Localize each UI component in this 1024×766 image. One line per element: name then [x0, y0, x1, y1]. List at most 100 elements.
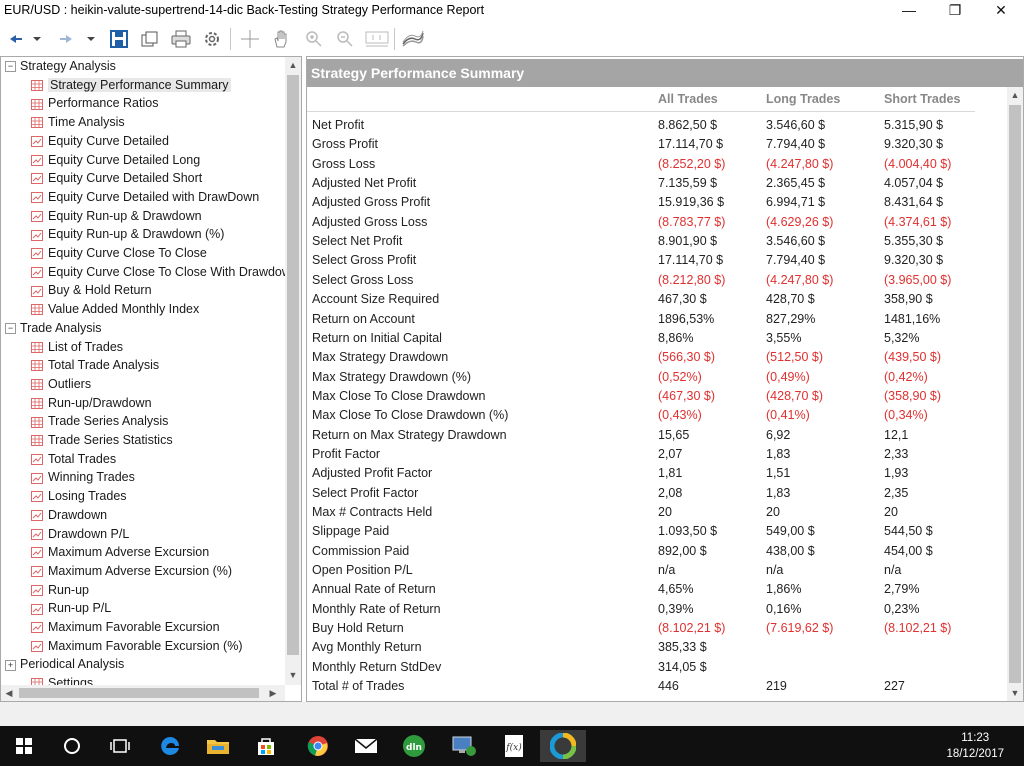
metric-row-monthly-rate-of-return: Monthly Rate of Return 0,39% 0,16% 0,23%	[312, 602, 1002, 621]
tree-item-settings[interactable]: Settings	[31, 674, 93, 685]
fx-app-button[interactable]: f(x)	[494, 730, 534, 762]
tree-group-trade-analysis[interactable]: − Trade Analysis	[5, 319, 102, 337]
scroll-right-arrow[interactable]: ▶	[265, 685, 281, 701]
value-short-trades: 20	[884, 505, 898, 519]
copy-button[interactable]	[139, 28, 161, 50]
scroll-thumb[interactable]	[19, 688, 259, 698]
chart-report-icon	[31, 491, 43, 503]
collapse-icon[interactable]: −	[5, 323, 16, 334]
metric-row-max-contracts-held: Max # Contracts Held 20 20 20	[312, 505, 1002, 524]
start-button[interactable]	[4, 730, 44, 762]
cortana-button[interactable]	[52, 730, 92, 762]
chart-report-icon	[31, 136, 43, 147]
forward-icon	[60, 35, 72, 43]
system-clock[interactable]: 11:23 18/12/2017	[946, 730, 1004, 762]
chart-report-icon	[31, 510, 43, 521]
tree-item-performance-ratios[interactable]: Performance Ratios	[31, 94, 158, 112]
tree-item-total-trades[interactable]: Total Trades	[31, 450, 116, 468]
network-app-button[interactable]	[444, 730, 484, 762]
tree-item-drawdown-p-l[interactable]: Drawdown P/L	[31, 525, 129, 543]
tree-item-winning-trades[interactable]: Winning Trades	[31, 468, 135, 486]
tree-item-equity-curve-close-to-close[interactable]: Equity Curve Close To Close	[31, 244, 207, 262]
tree-item-equity-curve-detailed-short[interactable]: Equity Curve Detailed Short	[31, 169, 202, 187]
file-explorer-button[interactable]	[198, 730, 238, 762]
hand-icon	[274, 30, 287, 48]
save-button[interactable]	[108, 28, 130, 50]
hand-button[interactable]	[270, 28, 292, 50]
tree-group-strategy-analysis[interactable]: − Strategy Analysis	[5, 57, 116, 75]
dln-app-button[interactable]: dln	[394, 730, 434, 762]
metric-label: Slippage Paid	[312, 524, 390, 539]
chrome-icon	[307, 736, 328, 756]
tree-item-trade-series-statistics[interactable]: Trade Series Statistics	[31, 431, 173, 449]
chart-style-button[interactable]	[400, 28, 426, 50]
tree-item-run-up[interactable]: Run-up	[31, 581, 89, 599]
tree-item-strategy-performance-summary[interactable]: Strategy Performance Summary	[31, 76, 231, 94]
crosshair-button[interactable]	[239, 28, 261, 50]
tree-item-losing-trades[interactable]: Losing Trades	[31, 487, 127, 505]
tree-horizontal-scrollbar[interactable]: ◀ ▶	[1, 685, 285, 701]
tree-item-total-trade-analysis[interactable]: Total Trade Analysis	[31, 356, 159, 374]
tree-item-buy-hold-return[interactable]: Buy & Hold Return	[31, 281, 152, 299]
tree-item-outliers[interactable]: Outliers	[31, 375, 91, 393]
tree-item-maximum-adverse-excursion[interactable]: Maximum Adverse Excursion	[31, 543, 209, 561]
trading-app-button[interactable]	[540, 730, 586, 762]
tree-item-label: Run-up P/L	[48, 601, 112, 616]
collapse-icon[interactable]: −	[5, 61, 16, 73]
expand-icon[interactable]: +	[5, 659, 16, 671]
value-long-trades: (512,50 $)	[766, 350, 823, 365]
tree-item-maximum-adverse-excursion[interactable]: Maximum Adverse Excursion (%)	[31, 562, 232, 580]
store-icon	[258, 738, 274, 755]
tree-item-equity-curve-detailed-long[interactable]: Equity Curve Detailed Long	[31, 151, 200, 169]
tree-item-list-of-trades[interactable]: List of Trades	[31, 338, 123, 356]
tree-item-run-up-drawdown[interactable]: Run-up/Drawdown	[31, 394, 152, 412]
tree-item-equity-curve-close-to-close-with-drawdown[interactable]: Equity Curve Close To Close With Drawdow…	[31, 263, 285, 281]
trading-app-icon	[550, 733, 576, 759]
scroll-left-arrow[interactable]: ◀	[1, 685, 17, 701]
back-button[interactable]	[6, 28, 28, 50]
zoom-out-button[interactable]	[334, 28, 356, 50]
tree-item-maximum-favorable-excursion[interactable]: Maximum Favorable Excursion (%)	[31, 637, 243, 655]
edge-button[interactable]	[150, 730, 190, 762]
scroll-down-arrow[interactable]: ▼	[285, 667, 301, 683]
tree-item-equity-run-up-drawdown[interactable]: Equity Run-up & Drawdown	[31, 207, 202, 225]
tree-item-equity-run-up-drawdown[interactable]: Equity Run-up & Drawdown (%)	[31, 225, 224, 243]
tree-item-maximum-favorable-excursion[interactable]: Maximum Favorable Excursion	[31, 618, 220, 636]
scroll-down-arrow[interactable]: ▼	[1007, 685, 1023, 701]
scroll-up-arrow[interactable]: ▲	[1007, 87, 1023, 103]
metric-row-max-strategy-drawdown: Max Strategy Drawdown (%) (0,52%) (0,49%) (…	[312, 370, 1002, 389]
store-button[interactable]	[246, 730, 286, 762]
scroll-up-arrow[interactable]: ▲	[285, 57, 301, 73]
scroll-thumb[interactable]	[1009, 105, 1021, 683]
value-all-trades: (8.212,80 $)	[658, 272, 726, 287]
print-button[interactable]	[170, 28, 192, 50]
tree-vertical-scrollbar[interactable]: ▲ ▼	[285, 57, 301, 685]
mail-button[interactable]	[346, 730, 386, 762]
forward-button[interactable]	[54, 28, 76, 50]
tree-item-trade-series-analysis[interactable]: Trade Series Analysis	[31, 412, 168, 430]
report-vertical-scrollbar[interactable]: ▲ ▼	[1007, 87, 1023, 701]
task-view-button[interactable]	[100, 730, 140, 762]
tree-item-time-analysis[interactable]: Time Analysis	[31, 113, 125, 131]
restore-button[interactable]: ❐	[932, 0, 978, 22]
tree-item-label: Maximum Favorable Excursion	[48, 620, 220, 634]
tree-item-value-added-monthly-index[interactable]: Value Added Monthly Index	[31, 300, 199, 318]
value-short-trades: (4.004,40 $)	[884, 156, 952, 171]
forward-dropdown[interactable]	[84, 28, 98, 50]
back-dropdown[interactable]	[30, 28, 44, 50]
tree-group-periodical-analysis[interactable]: + Periodical Analysis	[5, 655, 124, 673]
tree-item-run-up-p-l[interactable]: Run-up P/L	[31, 599, 111, 617]
metric-label: Select Net Profit	[312, 234, 403, 249]
zoom-fit-button[interactable]	[364, 28, 390, 50]
minimize-button[interactable]: —	[886, 0, 932, 22]
tree-item-equity-curve-detailed[interactable]: Equity Curve Detailed	[31, 132, 169, 150]
close-button[interactable]: ✕	[978, 0, 1024, 22]
scroll-thumb[interactable]	[287, 75, 299, 655]
settings-button[interactable]	[201, 28, 223, 50]
table-report-icon	[31, 360, 43, 372]
tree-item-drawdown[interactable]: Drawdown	[31, 506, 107, 524]
zoom-in-button[interactable]	[303, 28, 325, 50]
chrome-button[interactable]	[298, 730, 338, 762]
tree-item-equity-curve-detailed-with-drawdown[interactable]: Equity Curve Detailed with DrawDown	[31, 188, 259, 206]
metric-label: Profit Factor	[312, 446, 381, 461]
